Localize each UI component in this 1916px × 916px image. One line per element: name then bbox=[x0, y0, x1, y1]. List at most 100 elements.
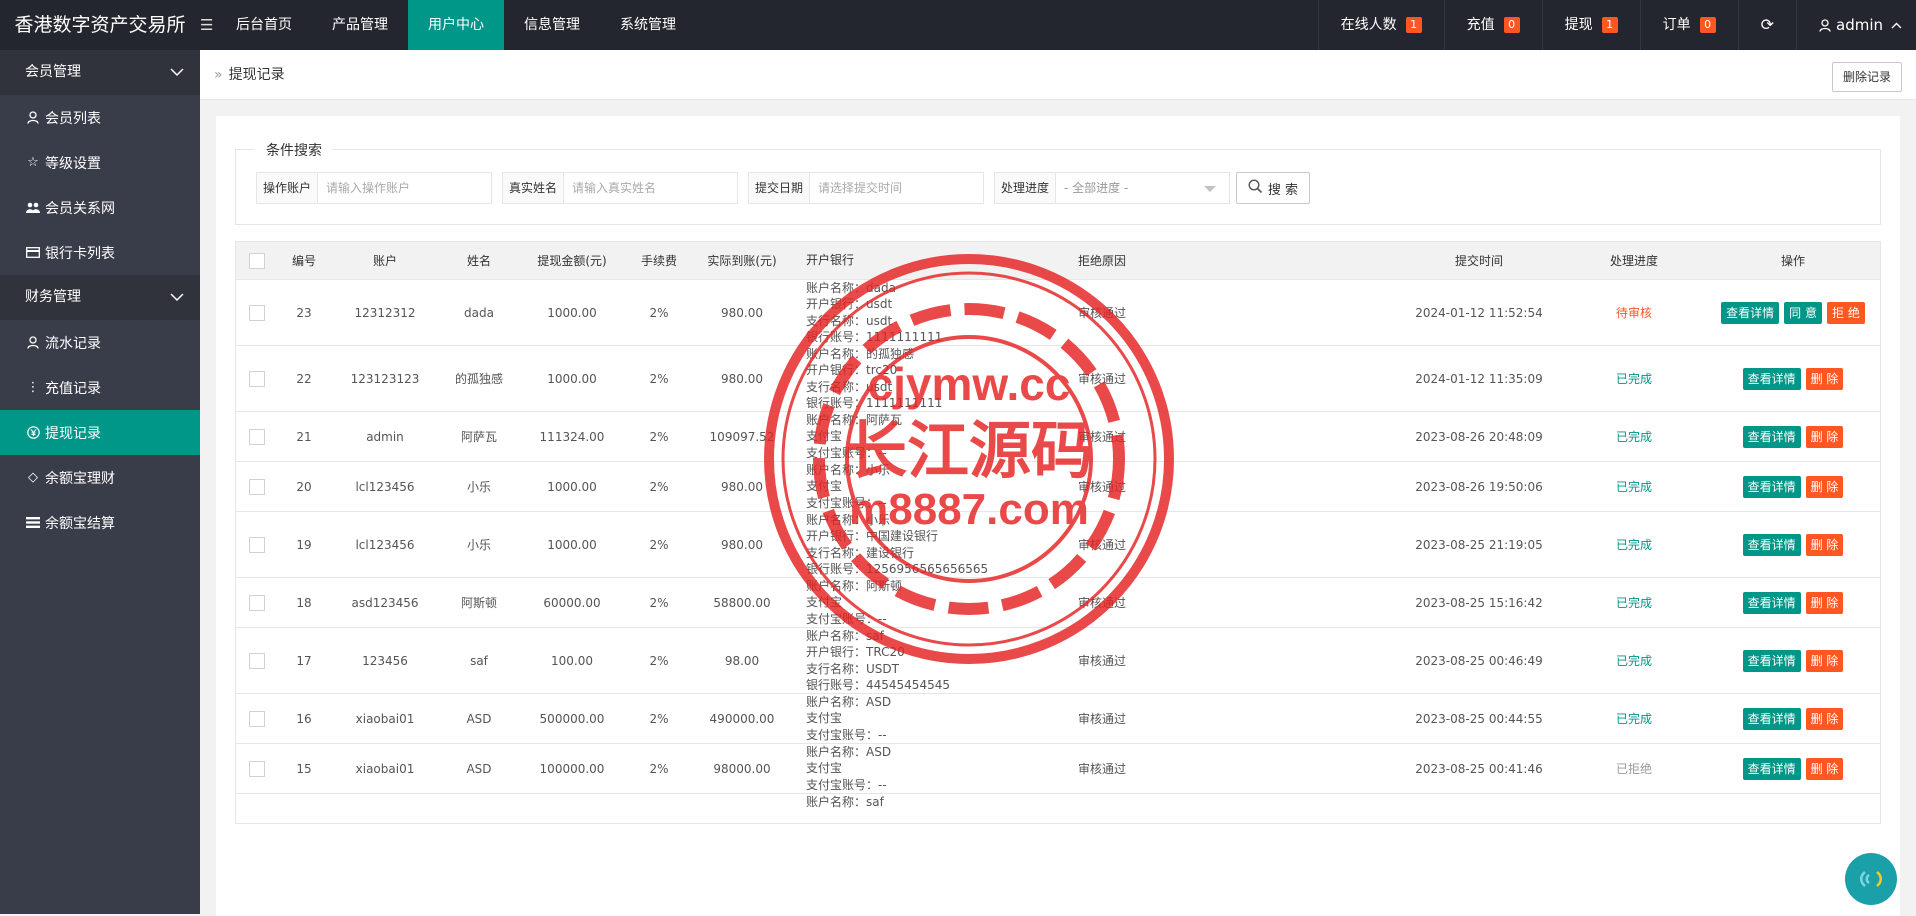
status-badge: 已完成 bbox=[1615, 538, 1652, 552]
row-checkbox[interactable] bbox=[249, 652, 265, 669]
cell-amount: 111324.00 bbox=[539, 429, 605, 444]
reject-button[interactable]: 拒 绝 bbox=[1827, 301, 1865, 324]
sidebar-item-yuebao-settlement[interactable]: 余额宝结算 bbox=[0, 500, 200, 545]
cell-id: 18 bbox=[296, 595, 312, 610]
delete-button[interactable]: 删 除 bbox=[1805, 649, 1844, 672]
search-button[interactable]: 搜 索 bbox=[1236, 172, 1310, 204]
cell-id: 15 bbox=[296, 761, 312, 776]
cell-name: ASD bbox=[466, 761, 492, 776]
row-checkbox[interactable] bbox=[249, 760, 265, 777]
breadcrumb-bar: » 提现记录 删除记录 bbox=[200, 50, 1916, 100]
cell-account: admin bbox=[366, 429, 404, 444]
realname-input[interactable] bbox=[564, 173, 735, 203]
app-title: 香港数字资产交易所 bbox=[14, 14, 186, 36]
topnav-home[interactable]: 后台首页 bbox=[216, 0, 312, 50]
row-checkbox[interactable] bbox=[249, 370, 265, 387]
view-detail-button[interactable]: 查看详情 bbox=[1742, 707, 1801, 730]
table-row: 账户名称：saf bbox=[235, 794, 1881, 824]
content-card: 条件搜索 操作账户 真实姓名 提交日期 处理进度 - 全部进度 - bbox=[216, 116, 1900, 916]
bank-line: 开户银行：TRC20 bbox=[806, 645, 905, 659]
cell-reason: 审核通过 bbox=[1078, 712, 1127, 726]
view-detail-button[interactable]: 查看详情 bbox=[1742, 533, 1801, 556]
cell-amount: 1000.00 bbox=[547, 305, 597, 320]
row-checkbox[interactable] bbox=[249, 594, 265, 611]
chevron-up-icon bbox=[1891, 0, 1902, 50]
view-detail-button[interactable]: 查看详情 bbox=[1742, 591, 1801, 614]
cell-bank: 账户名称：阿萨瓦 支付宝 支付宝账号：-- bbox=[792, 412, 1074, 462]
row-checkbox[interactable] bbox=[249, 428, 265, 445]
delete-button[interactable]: 删 除 bbox=[1805, 757, 1844, 780]
row-checkbox[interactable] bbox=[249, 478, 265, 495]
sidebar-item-bank-cards[interactable]: 银行卡列表 bbox=[0, 230, 200, 275]
row-select-cell bbox=[236, 370, 278, 387]
header-name: 姓名 bbox=[466, 254, 491, 268]
date-input[interactable] bbox=[810, 173, 981, 203]
delete-button[interactable]: 删 除 bbox=[1805, 707, 1844, 730]
approve-button[interactable]: 同 意 bbox=[1784, 301, 1822, 324]
delete-records-button[interactable]: 删除记录 bbox=[1831, 62, 1902, 92]
cell-reason: 审核通过 bbox=[1078, 762, 1127, 776]
sidebar-item-member-network[interactable]: 会员关系网 bbox=[0, 185, 200, 230]
delete-button[interactable]: 删 除 bbox=[1805, 533, 1844, 556]
topnav-products[interactable]: 产品管理 bbox=[312, 0, 408, 50]
table-row: 22 123123123 的孤独感 1000.00 2% 980.00 账户名称：的孤独感开… bbox=[235, 346, 1881, 412]
cell-name: 阿斯顿 bbox=[460, 596, 497, 610]
withdraw-notice[interactable]: 提现 1 bbox=[1541, 0, 1640, 50]
sidebar-item-label: 等级设置 bbox=[45, 155, 101, 172]
bank-line: 开户银行：trc20 bbox=[806, 363, 898, 377]
view-detail-button[interactable]: 查看详情 bbox=[1742, 367, 1801, 390]
row-checkbox[interactable] bbox=[249, 304, 265, 321]
floating-assistant-button[interactable] bbox=[1845, 853, 1897, 905]
sidebar-group-label: 会员管理 bbox=[25, 64, 81, 80]
bank-line: 支付宝 bbox=[806, 711, 843, 726]
cell-fee: 2% bbox=[649, 429, 669, 444]
cell-real: 98.00 bbox=[724, 653, 760, 668]
delete-button[interactable]: 删 除 bbox=[1805, 425, 1844, 448]
delete-button[interactable]: 删 除 bbox=[1805, 475, 1844, 498]
cell-name: dada bbox=[464, 305, 494, 320]
topnav-system[interactable]: 系统管理 bbox=[600, 0, 696, 50]
sidebar-item-label: 余额宝结算 bbox=[45, 515, 115, 532]
bank-line: 支付宝 bbox=[806, 479, 843, 494]
cell-bank: 账户名称：小乐 支付宝 支付宝账号：-- bbox=[792, 462, 1074, 512]
sidebar-item-level-settings[interactable]: ☆ 等级设置 bbox=[0, 140, 200, 185]
orders-notice[interactable]: 订单 0 bbox=[1639, 0, 1738, 50]
bank-line: 支付宝账号：-- bbox=[806, 611, 887, 626]
bank-line: 支行名称：usdt bbox=[806, 313, 893, 328]
view-detail-button[interactable]: 查看详情 bbox=[1742, 425, 1801, 448]
withdraw-badge: 1 bbox=[1601, 17, 1618, 33]
select-all-checkbox[interactable] bbox=[249, 252, 265, 269]
bank-line: 开户银行：中国建设银行 bbox=[806, 529, 939, 543]
cell-amount: 1000.00 bbox=[547, 537, 597, 552]
cell-time: 2023-08-26 20:48:09 bbox=[1415, 429, 1543, 444]
recharge-notice[interactable]: 充值 0 bbox=[1443, 0, 1542, 50]
topnav-info[interactable]: 信息管理 bbox=[504, 0, 600, 50]
row-checkbox[interactable] bbox=[249, 710, 265, 727]
user-menu[interactable]: admin bbox=[1796, 0, 1916, 50]
view-detail-button[interactable]: 查看详情 bbox=[1742, 649, 1801, 672]
sidebar-group-members[interactable]: 会员管理 bbox=[0, 50, 200, 95]
delete-button[interactable]: 删 除 bbox=[1805, 591, 1844, 614]
view-detail-button[interactable]: 查看详情 bbox=[1742, 757, 1801, 780]
top-nav: 后台首页 产品管理 用户中心 信息管理 系统管理 bbox=[216, 0, 696, 50]
online-users-label: 在线人数 bbox=[1340, 17, 1397, 33]
status-badge: 已完成 bbox=[1615, 654, 1652, 668]
online-users[interactable]: 在线人数 1 bbox=[1317, 0, 1444, 50]
sidebar-item-recharge-records[interactable]: ⋮ 充值记录 bbox=[0, 365, 200, 410]
delete-button[interactable]: 删 除 bbox=[1805, 367, 1844, 390]
row-checkbox[interactable] bbox=[249, 536, 265, 553]
account-input[interactable] bbox=[318, 173, 489, 203]
bank-line: 账户名称：的孤独感 bbox=[806, 346, 915, 361]
cell-fee: 2% bbox=[649, 479, 669, 494]
sidebar-item-withdraw-records[interactable]: 提现记录 bbox=[0, 410, 200, 455]
refresh-button[interactable]: ⟳ bbox=[1737, 0, 1796, 50]
view-detail-button[interactable]: 查看详情 bbox=[1742, 475, 1801, 498]
sidebar-item-yuebao-finance[interactable]: ◇ 余额宝理财 bbox=[0, 455, 200, 500]
topnav-user-center[interactable]: 用户中心 bbox=[408, 0, 504, 50]
menu-toggle-icon[interactable]: ☰ bbox=[200, 0, 214, 50]
credit-card-icon bbox=[25, 245, 41, 261]
bank-line: 账户名称：阿斯顿 bbox=[806, 578, 903, 593]
sidebar-group-finance[interactable]: 财务管理 bbox=[0, 275, 200, 320]
view-detail-button[interactable]: 查看详情 bbox=[1721, 301, 1780, 324]
progress-select[interactable]: - 全部进度 - bbox=[1056, 173, 1226, 203]
